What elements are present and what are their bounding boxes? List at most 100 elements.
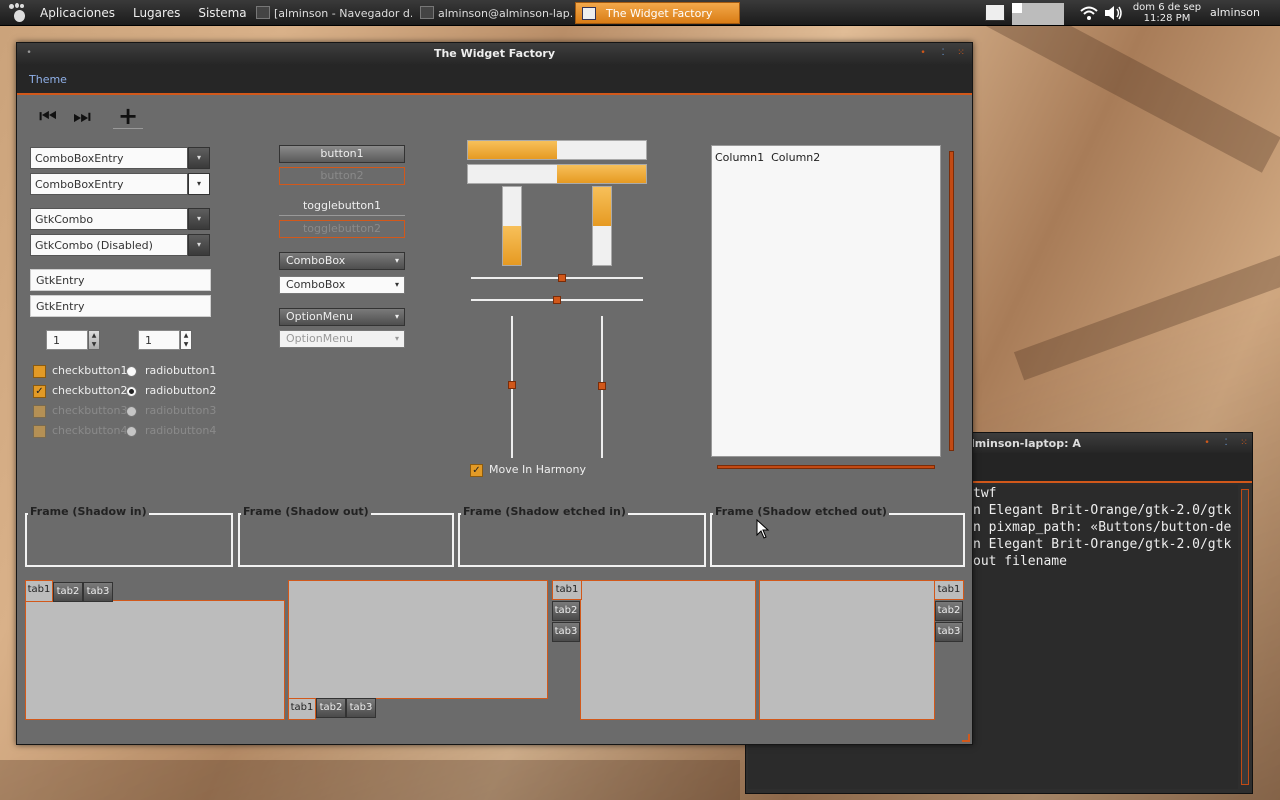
chevron-down-icon: ▾ [188, 234, 210, 256]
checkbutton4-label: checkbutton4 [52, 424, 128, 437]
notebook-right-page [759, 580, 935, 720]
hscale-2-knob[interactable] [553, 296, 561, 304]
clock-date: dom 6 de sep [1132, 2, 1202, 13]
user-menu[interactable]: alminson [1210, 6, 1260, 19]
progress-bar-vertical-1 [502, 186, 522, 266]
maximize-icon[interactable]: ⁚ [939, 49, 947, 58]
vscale-1-knob[interactable] [508, 381, 516, 389]
notebook-left-tab2[interactable]: tab2 [552, 601, 580, 621]
combobox-2[interactable]: ComboBox ▾ [279, 276, 405, 294]
optionmenu-1-label: OptionMenu [286, 310, 353, 323]
notebook-top-tab3[interactable]: tab3 [83, 582, 113, 602]
go-last-icon[interactable]: ⏭ [68, 105, 96, 129]
gtk-combo-disabled: GtkCombo (Disabled) [30, 234, 188, 256]
spin-button-1[interactable]: 1 [46, 330, 88, 350]
workspace-switcher[interactable] [1012, 3, 1064, 25]
checkbutton1-box[interactable] [33, 365, 46, 378]
radiobutton2-dot[interactable] [126, 386, 137, 397]
spin-arrows-icon[interactable]: ▲ ▼ [88, 330, 100, 350]
menu-theme[interactable]: Theme [29, 73, 67, 86]
radiobutton1-label[interactable]: radiobutton1 [145, 364, 216, 377]
notebook-right-tab1[interactable]: tab1 [934, 580, 964, 600]
wifi-icon[interactable] [1080, 5, 1098, 25]
radiobutton2-label[interactable]: radiobutton2 [145, 384, 216, 397]
combobox-1-label: ComboBox [286, 254, 346, 267]
resize-grip-icon[interactable] [962, 734, 970, 742]
workspace-icon[interactable] [985, 4, 1005, 21]
combobox-entry-2[interactable]: ComboBoxEntry [30, 173, 188, 195]
chevron-down-icon: ▾ [394, 312, 399, 321]
window-titlebar[interactable]: • The Widget Factory • ⁚ ⁙ [17, 43, 972, 65]
column2-header[interactable]: Column2 [771, 151, 820, 164]
notebook-right-tab3[interactable]: tab3 [935, 622, 963, 642]
chevron-down-icon[interactable]: ▾ [188, 147, 210, 169]
go-first-icon[interactable]: ⏮ [34, 105, 62, 129]
gtk-entry-1[interactable]: GtkEntry [30, 269, 211, 291]
chevron-down-icon: ▾ [394, 256, 399, 265]
taskbar-terminal[interactable]: alminson@alminson-lap... [416, 2, 572, 24]
progress-bar-vertical-2 [592, 186, 612, 266]
spin-arrows-icon[interactable]: ▲ ▼ [180, 330, 192, 350]
progress-bar-horizontal-1 [467, 140, 647, 160]
radiobutton1-dot[interactable] [126, 366, 137, 377]
notebook-left-tab3[interactable]: tab3 [552, 622, 580, 642]
chevron-down-icon[interactable]: ▾ [188, 173, 210, 195]
taskbar-browser[interactable]: [alminson - Navegador d... [252, 2, 412, 24]
gtk-entry-2[interactable]: GtkEntry [30, 295, 211, 317]
radiobutton4-dot [126, 426, 137, 437]
hscale-1-knob[interactable] [558, 274, 566, 282]
gtk-combo[interactable]: GtkCombo [30, 208, 188, 230]
checkbutton2-label[interactable]: checkbutton2 [52, 384, 128, 397]
tree-horizontal-scrollbar[interactable] [717, 465, 935, 469]
add-icon[interactable]: + [113, 104, 143, 129]
column1-header[interactable]: Column1 [715, 151, 764, 164]
terminal-line: n Elegant Brit-Orange/gtk-2.0/gtk [973, 537, 1232, 552]
togglebutton1[interactable]: togglebutton1 [279, 198, 405, 216]
taskbar-widget-factory[interactable]: The Widget Factory [575, 2, 740, 24]
notebook-right-tab2[interactable]: tab2 [935, 601, 963, 621]
terminal-line: n Elegant Brit-Orange/gtk-2.0/gtk [973, 503, 1232, 518]
notebook-left-tab1[interactable]: tab1 [552, 580, 582, 600]
checkbutton1-label[interactable]: checkbutton1 [52, 364, 128, 377]
hscale-1[interactable] [471, 277, 643, 279]
frame-shadow-etched-in-label: Frame (Shadow etched in) [461, 505, 628, 518]
terminal-line: out filename [973, 554, 1067, 569]
checkbutton4-box [33, 425, 46, 438]
applications-menu[interactable]: Aplicaciones [40, 6, 115, 20]
close-icon[interactable]: ⁙ [1240, 439, 1248, 448]
frame-shadow-out-label: Frame (Shadow out) [241, 505, 371, 518]
panel-clock[interactable]: dom 6 de sep 11:28 PM [1127, 2, 1207, 24]
notebook-bottom-tab3[interactable]: tab3 [346, 698, 376, 718]
tree-view[interactable]: Column1 Column2 [711, 145, 941, 457]
checkbutton2-box[interactable]: ✓ [33, 385, 46, 398]
progress-fill [468, 141, 557, 159]
tree-vertical-scrollbar[interactable] [949, 151, 954, 451]
close-icon[interactable]: ⁙ [957, 49, 965, 58]
maximize-icon[interactable]: ⁚ [1222, 439, 1230, 448]
optionmenu-2: OptionMenu ▾ [279, 330, 405, 348]
places-menu[interactable]: Lugares [133, 6, 180, 20]
combobox-entry-1[interactable]: ComboBoxEntry [30, 147, 188, 169]
terminal-title: lminson-laptop: A [971, 437, 1081, 450]
notebook-top-tab1[interactable]: tab1 [25, 580, 53, 602]
system-menu[interactable]: Sistema [198, 6, 246, 20]
tree-header: Column1 Column2 [715, 151, 820, 164]
move-in-harmony-box[interactable]: ✓ [470, 464, 483, 477]
notebook-bottom-tab2[interactable]: tab2 [316, 698, 346, 718]
volume-icon[interactable] [1104, 5, 1124, 24]
optionmenu-1[interactable]: OptionMenu ▾ [279, 308, 405, 326]
notebook-top-tab2[interactable]: tab2 [53, 582, 83, 602]
terminal-scrollbar[interactable] [1241, 489, 1249, 785]
combobox-1[interactable]: ComboBox ▾ [279, 252, 405, 270]
minimize-icon[interactable]: • [1203, 439, 1211, 448]
optionmenu-2-label: OptionMenu [286, 332, 353, 345]
chevron-down-icon[interactable]: ▾ [188, 208, 210, 230]
combobox-2-label: ComboBox [286, 278, 346, 291]
vscale-2-knob[interactable] [598, 382, 606, 390]
notebook-bottom-tab1[interactable]: tab1 [288, 698, 316, 720]
button1[interactable]: button1 [279, 145, 405, 163]
spin-button-2[interactable]: 1 [138, 330, 180, 350]
gnome-foot-icon[interactable] [8, 2, 28, 23]
move-in-harmony-label[interactable]: Move In Harmony [489, 463, 586, 476]
minimize-icon[interactable]: • [919, 49, 927, 58]
